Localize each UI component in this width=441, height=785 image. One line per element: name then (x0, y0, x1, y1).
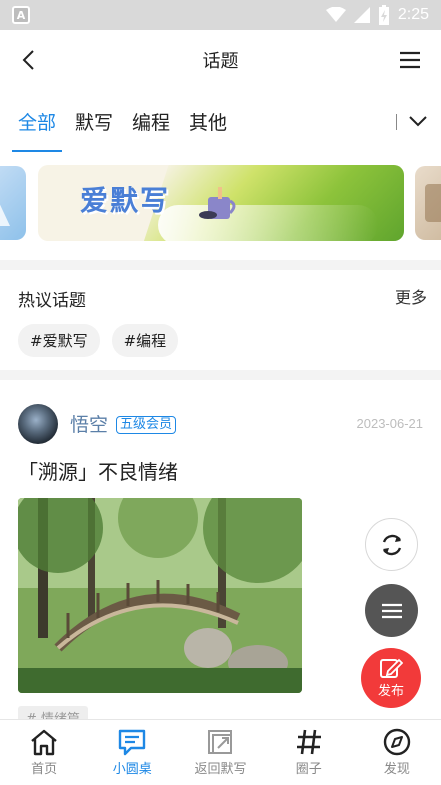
status-bar: A 2:25 (0, 0, 441, 30)
cup-icon (199, 187, 236, 219)
banner-carousel[interactable]: 爱默写 (0, 152, 441, 260)
menu-fab-button[interactable] (365, 584, 418, 637)
signal-icon (353, 7, 370, 23)
app-notification-icon: A (12, 6, 30, 24)
post-title[interactable]: 「溯源」不良情绪 (18, 456, 178, 485)
hash-icon (296, 729, 321, 755)
tab-programming[interactable]: 编程 (132, 90, 170, 152)
tab-all[interactable]: 全部 (11, 90, 63, 152)
battery-charging-icon (378, 5, 389, 25)
banner-title: 爱默写 (80, 184, 171, 217)
topic-chip[interactable]: #爱默写 (18, 324, 100, 357)
tab-dictation[interactable]: 默写 (75, 90, 113, 152)
nav-home-label: 首页 (31, 762, 58, 777)
bottom-navigation: 首页 小圆桌 返回默写 圈子 发现 (0, 719, 441, 785)
publish-label: 发布 (377, 684, 404, 699)
chevron-down-icon[interactable] (407, 110, 429, 132)
topic-chip[interactable]: #编程 (111, 324, 179, 357)
hamburger-menu-icon[interactable] (399, 50, 421, 70)
tab-other[interactable]: 其他 (189, 90, 227, 152)
nav-roundtable[interactable]: 小圆桌 (88, 720, 176, 785)
top-nav-bar: 话题 (0, 30, 441, 90)
page-title: 话题 (202, 51, 239, 72)
hot-topics-section: 热议话题 更多 #爱默写 #编程 (0, 270, 441, 370)
return-icon (207, 730, 232, 754)
topic-chips: #爱默写 #编程 (18, 324, 179, 357)
avatar[interactable] (18, 404, 58, 444)
nav-circle[interactable]: 圈子 (265, 720, 353, 785)
wifi-icon (325, 7, 346, 22)
menu-icon (381, 603, 402, 618)
refresh-button[interactable] (365, 518, 418, 571)
refresh-icon (382, 534, 401, 555)
publish-button[interactable]: 发布 (361, 648, 421, 708)
nav-roundtable-label: 小圆桌 (112, 762, 152, 777)
status-time: 2:25 (397, 6, 429, 23)
banner-slide[interactable]: 爱默写 (38, 165, 404, 241)
category-tabs: 全部 默写 编程 其他 (0, 90, 441, 152)
banner-prev-slide[interactable] (0, 166, 26, 240)
nav-discover[interactable]: 发现 (353, 720, 441, 785)
nav-return-dictation-label: 返回默写 (194, 762, 247, 777)
screen: A 2:25 话题 全部 默写 编程 其他 爱默写 热议话题 更多 #爱默写 #… (0, 0, 441, 785)
banner-next-slide[interactable] (415, 166, 441, 240)
more-link[interactable]: 更多 (395, 284, 427, 308)
banner-brush-stroke (158, 205, 378, 241)
tab-divider (396, 114, 397, 130)
chat-icon (119, 729, 146, 756)
hot-topics-title: 热议话题 (18, 291, 86, 311)
nav-circle-label: 圈子 (295, 762, 322, 777)
nav-return-dictation[interactable]: 返回默写 (176, 720, 264, 785)
post-username[interactable]: 悟空 (70, 410, 108, 437)
nav-home[interactable]: 首页 (0, 720, 88, 785)
back-icon[interactable] (18, 48, 42, 72)
member-level-badge: 五级会员 (116, 416, 177, 434)
status-icons: 2:25 (325, 5, 429, 25)
home-icon (31, 729, 57, 756)
post-date: 2023-06-21 (356, 416, 424, 431)
edit-icon (380, 658, 403, 678)
compass-icon (383, 728, 411, 756)
post-image[interactable] (18, 498, 302, 693)
nav-discover-label: 发现 (383, 762, 410, 777)
